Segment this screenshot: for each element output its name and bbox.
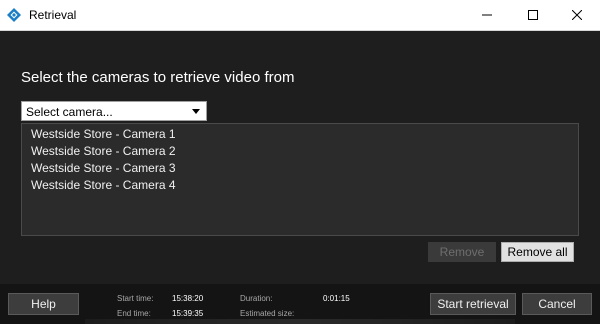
end-time-label: End time: [117, 309, 151, 318]
app-logo-icon [7, 8, 21, 22]
bottom-decorative-strip [85, 319, 515, 324]
list-item[interactable]: Westside Store - Camera 3 [31, 161, 176, 175]
list-item[interactable]: Westside Store - Camera 1 [31, 127, 176, 141]
remove-all-button[interactable]: Remove all [501, 242, 574, 262]
close-button[interactable] [554, 0, 600, 30]
help-button[interactable]: Help [8, 293, 79, 315]
camera-select-dropdown[interactable]: Select camera... [21, 101, 207, 121]
list-item[interactable]: Westside Store - Camera 2 [31, 144, 176, 158]
end-time-value: 15:39:35 [172, 309, 204, 318]
footer-bar: Help Start time: 15:38:20 End time: 15:3… [0, 284, 600, 324]
title-bar: Retrieval [0, 0, 600, 31]
maximize-icon [528, 10, 538, 20]
minimize-icon [482, 14, 492, 16]
camera-select-value: Select camera... [26, 105, 113, 119]
page-heading: Select the cameras to retrieve video fro… [21, 69, 295, 86]
remove-button[interactable]: Remove [428, 242, 496, 262]
window-title: Retrieval [29, 8, 77, 22]
minimize-button[interactable] [464, 0, 510, 30]
duration-value: 0:01:15 [323, 294, 350, 303]
start-time-label: Start time: [117, 294, 154, 303]
chevron-down-icon [192, 109, 200, 114]
cancel-button[interactable]: Cancel [522, 293, 592, 315]
start-time-value: 15:38:20 [172, 294, 204, 303]
maximize-button[interactable] [510, 0, 556, 30]
duration-label: Duration: [240, 294, 273, 303]
list-item[interactable]: Westside Store - Camera 4 [31, 178, 176, 192]
camera-list[interactable]: Westside Store - Camera 1 Westside Store… [21, 123, 579, 236]
start-retrieval-button[interactable]: Start retrieval [430, 293, 516, 315]
close-icon [572, 10, 582, 20]
estimated-size-label: Estimated size: [240, 309, 295, 318]
